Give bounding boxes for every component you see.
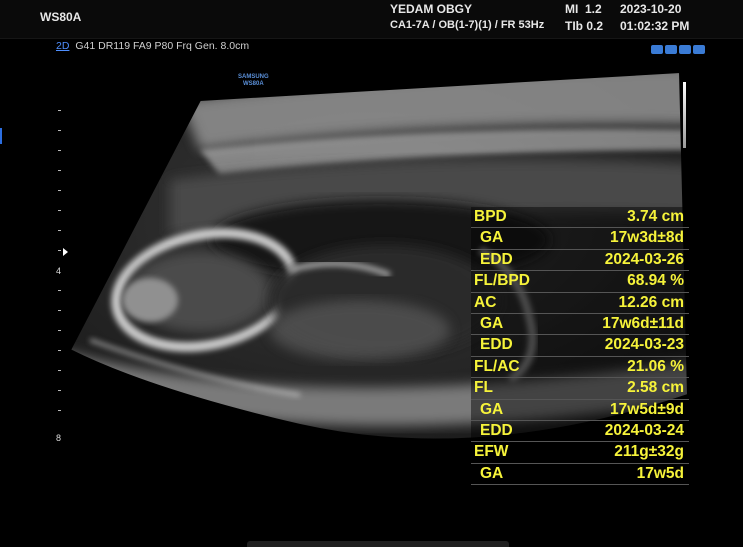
measurement-label: EDD <box>480 421 513 439</box>
depth-scale: 4 8 <box>50 100 70 450</box>
watermark-model: WS80A <box>243 81 264 87</box>
scale-tick <box>58 150 61 151</box>
scale-tick <box>58 250 61 251</box>
measurement-label: FL/AC <box>474 357 520 375</box>
focus-marker-icon[interactable] <box>63 248 68 256</box>
header-bar: WS80A YEDAM OBGY CA1-7A / OB(1-7)(1) / F… <box>0 0 743 39</box>
scale-tick <box>58 310 61 311</box>
scale-tick <box>58 390 61 391</box>
scale-tick <box>58 350 61 351</box>
measurement-row: GA 17w5d <box>471 464 689 486</box>
scale-label: 4 <box>56 266 62 276</box>
mechanical-index: MI 1.2 <box>565 2 602 16</box>
measurement-label: EDD <box>480 250 513 268</box>
institution-name: YEDAM OBGY <box>390 2 473 16</box>
measurement-value: 12.26 cm <box>618 293 685 311</box>
scale-tick <box>58 410 61 411</box>
watermark-brand: SAMSUNG <box>238 74 269 80</box>
scale-tick <box>58 290 61 291</box>
measurement-value: 2.58 cm <box>627 379 684 397</box>
scale-tick <box>58 210 61 211</box>
scale-tick <box>58 330 61 331</box>
measurement-value: 68.94 % <box>627 272 684 290</box>
scale-tick <box>58 230 61 231</box>
measurement-value: 21.06 % <box>627 357 684 375</box>
measurement-label: AC <box>474 293 497 311</box>
exam-date: 2023-10-20 <box>620 2 682 16</box>
measurement-label: EDD <box>480 336 513 354</box>
measurement-row: EFW 211g±32g <box>471 442 689 464</box>
measurement-value: 2024-03-23 <box>604 336 684 354</box>
measurement-label: GA <box>480 400 504 418</box>
ultrasound-screen: WS80A YEDAM OBGY CA1-7A / OB(1-7)(1) / F… <box>0 0 743 547</box>
measurement-label: FL/BPD <box>474 272 530 290</box>
measurement-row: FL/BPD 68.94 % <box>471 271 689 293</box>
probe-info: CA1-7A / OB(1-7)(1) / FR 53Hz <box>390 19 545 31</box>
measurement-value: 2024-03-24 <box>604 421 684 439</box>
device-model: WS80A <box>40 10 82 24</box>
measurement-value: 2024-03-26 <box>604 250 684 268</box>
measurement-label: EFW <box>474 443 509 461</box>
scale-tick <box>58 370 61 371</box>
measurement-label: FL <box>474 379 493 397</box>
measurement-label: BPD <box>474 208 507 225</box>
bottom-bar <box>247 541 509 547</box>
scale-label: 8 <box>56 433 62 443</box>
measurement-label: GA <box>480 229 504 247</box>
measurement-label: GA <box>480 464 504 482</box>
scale-tick <box>58 130 61 131</box>
measurement-value: 3.74 cm <box>627 208 684 225</box>
measurement-label: GA <box>480 314 504 332</box>
measurement-row: GA 17w5d±9d <box>471 400 689 421</box>
measurement-row: BPD 3.74 cm <box>471 207 689 229</box>
measurement-row: GA 17w6d±11d <box>471 314 689 336</box>
scale-tick <box>58 190 61 191</box>
measurement-row: EDD 2024-03-26 <box>471 250 689 272</box>
measurement-value: 17w3d±8d <box>610 229 684 247</box>
measurement-row: EDD 2024-03-24 <box>471 421 689 443</box>
scale-tick <box>58 110 61 111</box>
measurement-row: AC 12.26 cm <box>471 293 689 314</box>
measurement-row: GA 17w3d±8d <box>471 228 689 250</box>
exam-time: 01:02:32 PM <box>620 19 690 33</box>
measurement-row: FL/AC 21.06 % <box>471 357 689 379</box>
scale-tick <box>58 170 61 171</box>
measurement-panel: BPD 3.74 cm GA 17w3d±8d EDD 2024-03-26 FL/BPD 6… <box>471 207 689 486</box>
measurement-value: 17w5d±9d <box>610 400 684 418</box>
measurement-value: 17w5d <box>636 464 684 482</box>
grayscale-bar <box>683 82 686 148</box>
measurement-row: EDD 2024-03-23 <box>471 335 689 357</box>
measurement-value: 211g±32g <box>614 443 684 461</box>
measurement-value: 17w6d±11d <box>602 314 684 332</box>
measurement-row: FL 2.58 cm <box>471 378 689 400</box>
thermal-index: TIb 0.2 <box>565 19 604 33</box>
